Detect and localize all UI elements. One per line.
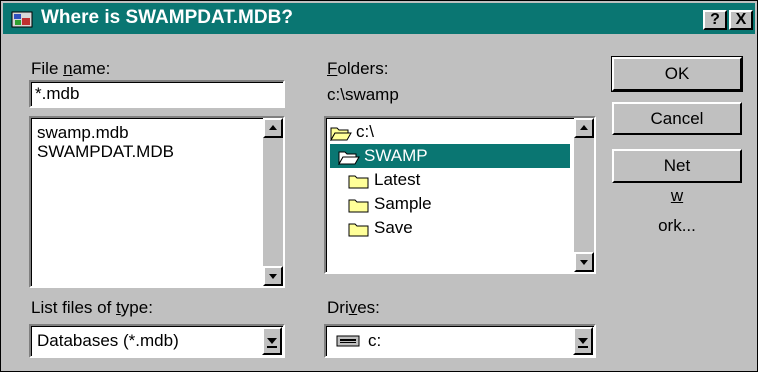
scroll-up-button[interactable] xyxy=(574,118,594,138)
folders-label: Folders: xyxy=(327,59,389,78)
help-button[interactable]: ? xyxy=(703,10,727,30)
open-folder-icon xyxy=(330,127,352,142)
folder-list-scrollbar[interactable] xyxy=(574,118,594,272)
folder-icon xyxy=(348,223,369,237)
arrow-down-icon xyxy=(269,274,277,279)
folder-item-save[interactable]: Save xyxy=(348,216,413,240)
scroll-down-button[interactable] xyxy=(574,252,594,272)
arrow-up-icon xyxy=(269,125,277,130)
file-list-scrollbar[interactable] xyxy=(263,118,283,286)
title-bar[interactable]: Where is SWAMPDAT.MDB? ? X xyxy=(3,3,755,34)
open-folder-icon xyxy=(338,151,360,166)
list-item[interactable]: SWAMPDAT.MDB xyxy=(37,142,174,162)
chevron-down-icon xyxy=(578,338,588,348)
close-button[interactable]: X xyxy=(729,10,753,30)
file-type-value: Databases (*.mdb) xyxy=(37,331,179,350)
folder-icon xyxy=(348,175,369,189)
cancel-button[interactable]: Cancel xyxy=(612,102,742,135)
drives-value: c: xyxy=(368,331,382,350)
file-name-value: *.mdb xyxy=(35,84,80,103)
file-type-select[interactable]: Databases (*.mdb) xyxy=(29,324,285,358)
file-name-label: File name: xyxy=(31,59,111,78)
network-button[interactable]: Net w ork... xyxy=(612,149,742,235)
folder-item-latest[interactable]: Latest xyxy=(348,168,420,192)
folder-item-root[interactable]: c:\ xyxy=(330,120,374,144)
drives-select[interactable]: c: xyxy=(324,324,596,358)
scroll-down-button[interactable] xyxy=(263,266,283,286)
ok-button[interactable]: OK xyxy=(611,56,743,92)
drives-label: Drives: xyxy=(327,298,380,317)
file-type-dropdown-button[interactable] xyxy=(262,327,282,355)
file-dialog: Where is SWAMPDAT.MDB? ? X File name: *.… xyxy=(0,0,758,372)
scroll-up-button[interactable] xyxy=(263,118,283,138)
chevron-down-icon xyxy=(267,338,277,348)
arrow-down-icon xyxy=(580,260,588,265)
folder-icon xyxy=(348,199,369,213)
list-item[interactable]: swamp.mdb xyxy=(37,123,129,143)
folder-item-swamp[interactable]: SWAMP xyxy=(330,144,570,168)
file-type-label: List files of type: xyxy=(31,298,153,317)
file-list[interactable]: swamp.mdb SWAMPDAT.MDB xyxy=(29,116,285,288)
file-name-input[interactable]: *.mdb xyxy=(29,80,285,108)
drive-icon xyxy=(336,335,360,347)
arrow-up-icon xyxy=(580,125,588,130)
current-path: c:\swamp xyxy=(327,85,399,104)
folder-item-sample[interactable]: Sample xyxy=(348,192,432,216)
window-title: Where is SWAMPDAT.MDB? xyxy=(41,7,293,28)
drives-dropdown-button[interactable] xyxy=(573,327,593,355)
folder-list[interactable]: c:\ SWAMP Latest Sample Save xyxy=(324,116,596,274)
app-icon xyxy=(11,11,33,28)
